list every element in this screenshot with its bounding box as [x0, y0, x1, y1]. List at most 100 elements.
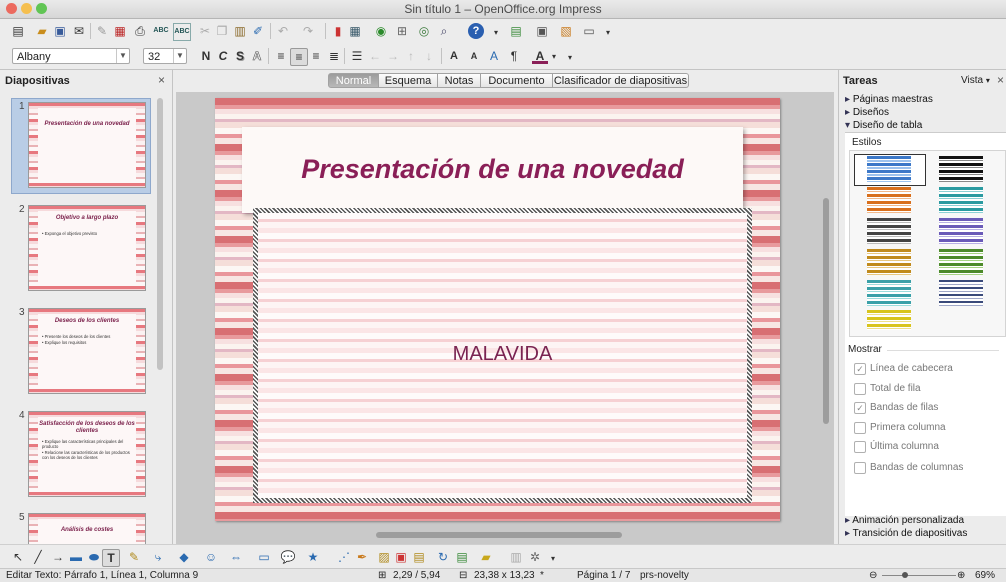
tab-slide-sorter[interactable]: Clasificador de diapositivas [552, 73, 689, 88]
align-center-icon[interactable]: ≡ [290, 48, 308, 66]
section-master-pages[interactable]: ▸ Páginas maestras [845, 94, 933, 105]
font-color-dropdown-icon[interactable]: ▾ [546, 49, 562, 65]
extrusion-icon[interactable]: ✲ [527, 549, 543, 565]
arrange-icon[interactable]: ▰ [478, 549, 494, 565]
gallery-icon[interactable]: ▤ [411, 549, 427, 565]
points-icon[interactable]: ⋰ [336, 549, 352, 565]
new-document-icon[interactable]: ▤ [10, 23, 26, 39]
table-style-yellow[interactable] [867, 310, 911, 330]
font-size-combo[interactable]: 32 ▼ [143, 48, 187, 64]
slide-body-text[interactable]: MALAVIDA [258, 343, 747, 366]
tab-handout[interactable]: Documento [480, 73, 553, 88]
fontwork-icon[interactable]: ▨ [376, 549, 392, 565]
view-menu[interactable]: Vista ▾ [961, 75, 990, 86]
table-style-navy[interactable] [939, 280, 983, 306]
slide-canvas[interactable]: Presentación de una novedad MALAVIDA [215, 98, 780, 521]
slides-scrollbar[interactable] [157, 98, 163, 370]
slide-title[interactable]: Presentación de una novedad [242, 154, 743, 185]
zoom-slider-track[interactable] [882, 575, 956, 576]
glue-points-icon[interactable]: ✒ [354, 549, 370, 565]
toolbar-overflow-icon-3[interactable]: ▾ [562, 50, 578, 66]
stars-icon[interactable]: ★ [305, 549, 321, 565]
toolbar-overflow-icon-2[interactable]: ▾ [600, 25, 616, 41]
banded-columns-checkbox[interactable] [854, 462, 866, 474]
bold-button[interactable]: N [198, 48, 214, 64]
paste-icon[interactable]: ▥ [232, 23, 248, 39]
from-file-icon[interactable]: ▣ [393, 549, 409, 565]
hyperlink-icon[interactable]: ◎ [416, 23, 432, 39]
table-style-blue[interactable] [867, 156, 911, 182]
content-placeholder[interactable]: MALAVIDA [253, 208, 752, 503]
help-icon[interactable]: ? [468, 23, 484, 39]
slideshow-icon[interactable]: ▭ [581, 23, 597, 39]
new-slide-icon[interactable]: ▤ [508, 23, 524, 39]
header-row-checkbox[interactable]: ✓ [854, 363, 866, 375]
paragraph-icon[interactable]: ¶ [506, 48, 522, 64]
rotate-icon[interactable]: ↻ [435, 549, 451, 565]
promote-icon[interactable]: ← [367, 48, 383, 64]
rectangle-icon[interactable]: ▬ [68, 549, 84, 565]
save-icon[interactable]: ▣ [52, 23, 68, 39]
align-right-icon[interactable]: ≡ [308, 48, 324, 64]
table-style-gray[interactable] [867, 218, 911, 244]
slide-thumbnail[interactable]: Análisis de costes [28, 513, 146, 544]
table-style-teal[interactable] [939, 187, 983, 213]
edit-file-icon[interactable]: ✎ [94, 23, 110, 39]
flowchart-icon[interactable]: ▭ [256, 549, 272, 565]
slide-thumbnail[interactable]: Deseos de los clientes • Presente los de… [28, 308, 146, 394]
line-arrow-icon[interactable]: → [50, 549, 66, 565]
display-grid-icon[interactable]: ⊞ [394, 23, 410, 39]
move-down-icon[interactable]: ↓ [421, 48, 437, 64]
open-folder-icon[interactable]: ▰ [34, 23, 50, 39]
table-style-cyan[interactable] [867, 280, 911, 306]
slide-layout-icon[interactable]: ▣ [534, 23, 550, 39]
move-up-icon[interactable]: ↑ [403, 48, 419, 64]
slide-thumbnail[interactable]: Satisfacción de los deseos de los client… [28, 411, 146, 497]
line-icon[interactable]: ╱ [30, 549, 46, 565]
last-column-checkbox[interactable] [854, 441, 866, 453]
zoom-icon[interactable]: ⌕ [436, 23, 452, 39]
shadow-button[interactable]: S [232, 48, 248, 64]
toolbar-overflow-icon-4[interactable]: ▾ [545, 551, 561, 567]
slide-thumbnail[interactable]: Objetivo a largo plazo • Exponga el obje… [28, 205, 146, 291]
align-left-icon[interactable]: ≡ [273, 48, 289, 64]
format-paintbrush-icon[interactable]: ✐ [250, 23, 266, 39]
tab-notes[interactable]: Notas [437, 73, 481, 88]
table-style-black[interactable] [939, 156, 983, 182]
first-column-checkbox[interactable] [854, 422, 866, 434]
connector-icon[interactable]: ⤷ [150, 549, 166, 565]
undo-icon[interactable]: ↶ [275, 23, 291, 39]
horizontal-scrollbar[interactable] [376, 532, 622, 538]
section-slide-transition[interactable]: ▸ Transición de diapositivas [845, 528, 967, 539]
section-layouts[interactable]: ▸ Diseños [845, 107, 889, 118]
ellipse-icon[interactable]: ⬬ [86, 549, 102, 565]
font-name-combo[interactable]: Albany ▼ [12, 48, 130, 64]
tab-outline[interactable]: Esquema [378, 73, 438, 88]
block-arrows-icon[interactable]: ⇔ [228, 549, 244, 565]
copy-icon[interactable]: ❐ [214, 23, 230, 39]
select-arrow-icon[interactable]: ↖ [10, 549, 26, 565]
zoom-slider-thumb[interactable] [902, 572, 908, 578]
modified-indicator[interactable]: * [540, 570, 544, 581]
close-panel-icon[interactable]: × [158, 73, 165, 87]
shadow-icon[interactable]: ▥ [508, 549, 524, 565]
table-style-purple[interactable] [939, 218, 983, 244]
decrease-font-icon[interactable]: A [466, 48, 482, 64]
curve-icon[interactable]: ✎ [126, 549, 142, 565]
text-tool-icon[interactable]: T [102, 549, 120, 567]
section-custom-animation[interactable]: ▸ Animación personalizada [845, 515, 964, 526]
symbol-shapes-icon[interactable]: ☺ [203, 549, 219, 565]
table-style-orange[interactable] [867, 187, 911, 213]
outline-button[interactable]: A [249, 48, 265, 64]
callouts-icon[interactable]: 💬 [280, 549, 296, 565]
justify-icon[interactable]: ≣ [326, 48, 342, 64]
increase-font-icon[interactable]: A [446, 48, 462, 64]
zoom-out-icon[interactable]: ⊖ [869, 570, 877, 581]
export-pdf-icon[interactable]: ▦ [112, 23, 128, 39]
autospellcheck-icon[interactable]: ABC [173, 23, 191, 41]
total-row-checkbox[interactable] [854, 383, 866, 395]
slide-thumbnail[interactable]: Presentación de una novedad [28, 102, 146, 188]
basic-shapes-icon[interactable]: ◆ [176, 549, 192, 565]
alignment-icon[interactable]: ▤ [454, 549, 470, 565]
italic-button[interactable]: C [215, 48, 231, 64]
